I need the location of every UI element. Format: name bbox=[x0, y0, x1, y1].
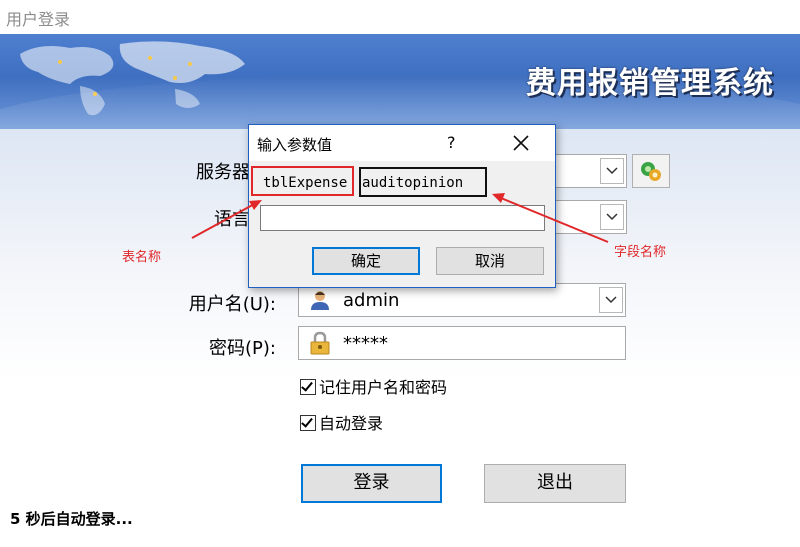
table-name-highlight bbox=[251, 166, 354, 196]
login-button[interactable]: 登录 bbox=[301, 464, 442, 503]
parameter-dialog: 输入参数值 ? tblExpense auditopinion 确定 取消 bbox=[248, 124, 556, 288]
password-value: ***** bbox=[343, 333, 388, 354]
dialog-title: 输入参数值 bbox=[257, 136, 333, 154]
autologin-checkbox-row[interactable]: 自动登录 bbox=[300, 410, 383, 434]
ok-button[interactable]: 确定 bbox=[312, 247, 420, 275]
remember-checkbox[interactable] bbox=[300, 379, 316, 395]
username-value: admin bbox=[343, 290, 400, 311]
chevron-down-icon bbox=[606, 213, 618, 221]
language-label: 语言 bbox=[214, 209, 250, 230]
autologin-label: 自动登录 bbox=[319, 414, 384, 433]
cancel-button[interactable]: 取消 bbox=[436, 247, 544, 275]
auto-login-countdown: 5 秒后自动登录... bbox=[10, 510, 133, 528]
autologin-checkbox[interactable] bbox=[300, 415, 316, 431]
user-icon bbox=[311, 291, 329, 310]
table-name-annotation: 表名称 bbox=[122, 250, 162, 265]
window-title: 用户登录 bbox=[6, 10, 71, 29]
server-dropdown-button[interactable] bbox=[600, 158, 624, 184]
remember-checkbox-row[interactable]: 记住用户名和密码 bbox=[300, 374, 447, 398]
password-label: 密码(P): bbox=[209, 338, 276, 359]
server-select[interactable] bbox=[555, 154, 627, 188]
system-name: 费用报销管理系统 bbox=[526, 66, 774, 101]
window-title-bar: 用户登录 bbox=[0, 0, 800, 34]
field-name-annotation: 字段名称 bbox=[614, 245, 667, 260]
parameter-input[interactable] bbox=[260, 205, 545, 231]
lock-icon bbox=[310, 331, 330, 355]
help-button[interactable]: ? bbox=[447, 133, 456, 152]
language-select[interactable] bbox=[555, 200, 627, 234]
username-dropdown-button[interactable] bbox=[599, 287, 623, 313]
language-dropdown-button[interactable] bbox=[600, 204, 624, 230]
server-settings-icon bbox=[641, 162, 661, 181]
remember-label: 记住用户名和密码 bbox=[319, 378, 448, 397]
username-label: 用户名(U): bbox=[188, 294, 276, 315]
close-icon[interactable] bbox=[509, 131, 533, 155]
password-input[interactable]: ***** bbox=[298, 326, 626, 360]
username-select[interactable]: admin bbox=[298, 283, 626, 317]
banner: 费用报销管理系统 bbox=[0, 34, 800, 129]
exit-button[interactable]: 退出 bbox=[484, 464, 626, 503]
server-config-button[interactable] bbox=[632, 154, 670, 188]
chevron-down-icon bbox=[605, 296, 617, 304]
server-label: 服务器 bbox=[196, 162, 250, 183]
dialog-title-bar: 输入参数值 ? bbox=[249, 125, 555, 161]
chevron-down-icon bbox=[606, 167, 618, 175]
field-name-highlight bbox=[359, 167, 487, 197]
